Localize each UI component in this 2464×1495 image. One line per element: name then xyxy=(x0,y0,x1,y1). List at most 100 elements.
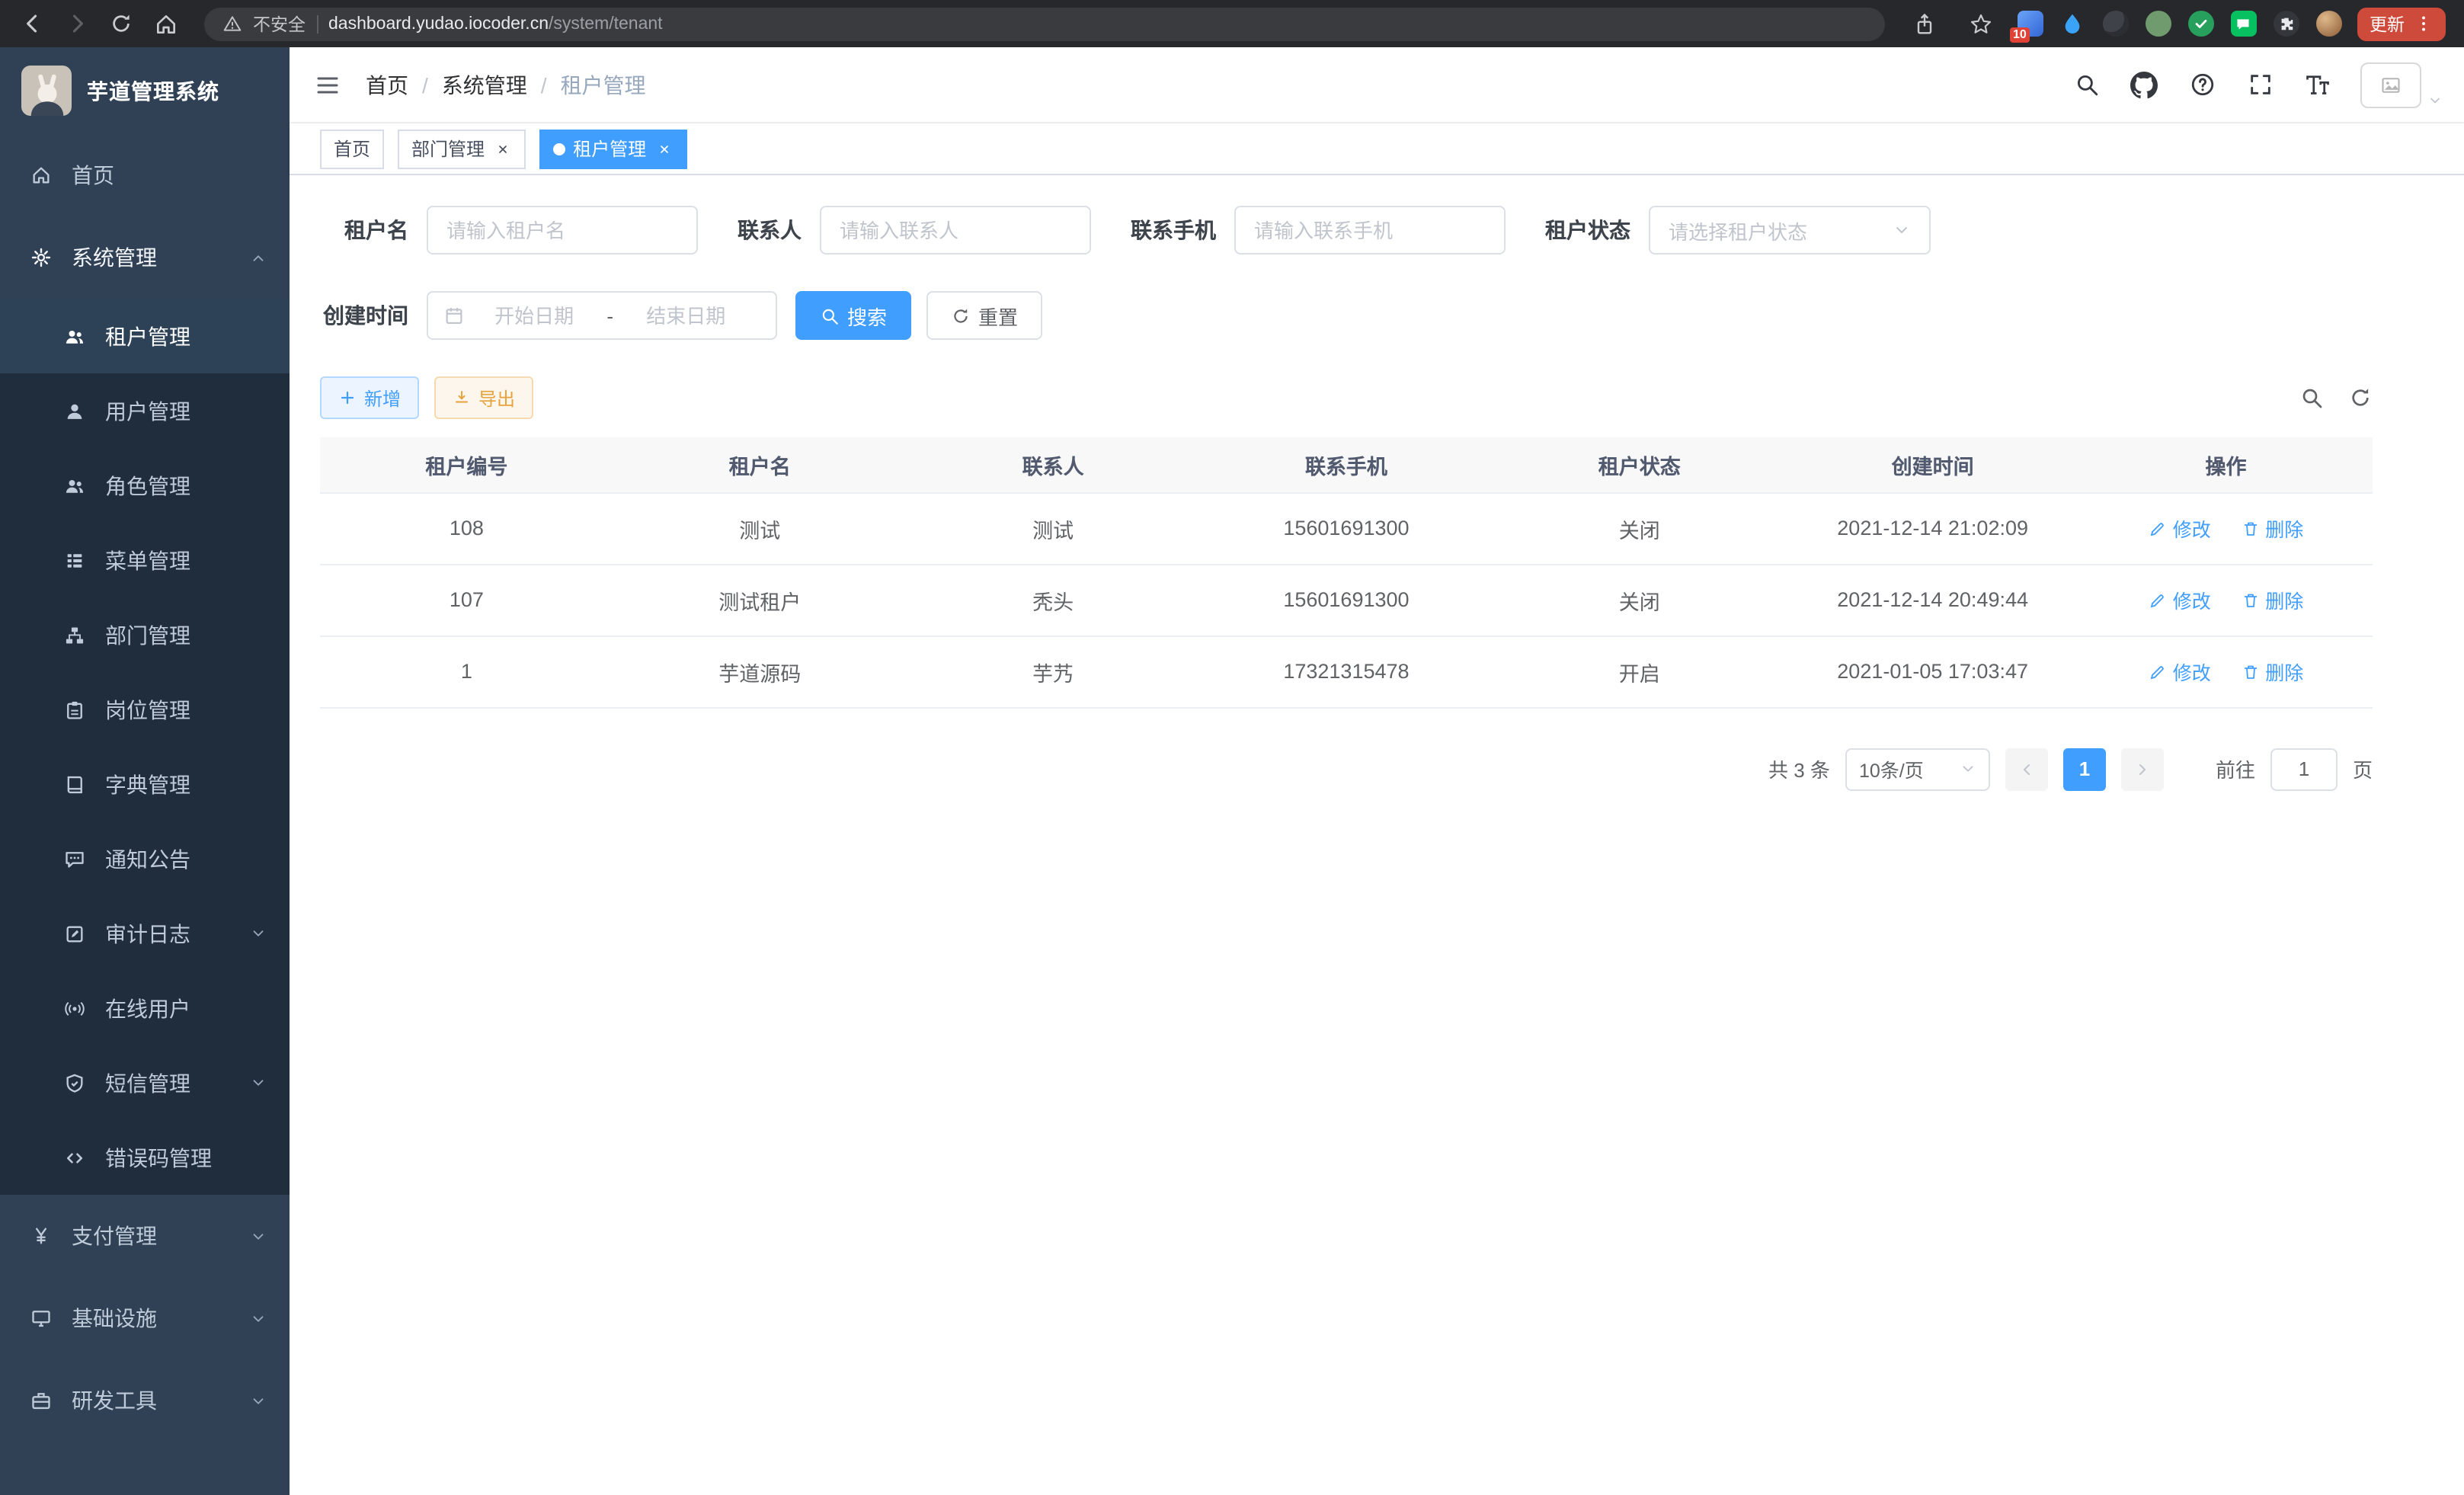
search-icon[interactable] xyxy=(2071,69,2101,100)
sidebar-item-dev-tools[interactable]: 研发工具 xyxy=(0,1359,290,1442)
tab-label: 部门管理 xyxy=(411,136,485,162)
cell-phone: 15601691300 xyxy=(1200,564,1493,635)
cell-status: 开启 xyxy=(1493,635,1786,707)
extension-icon-4[interactable] xyxy=(2144,10,2171,37)
sidebar-item-system-management[interactable]: 系统管理 xyxy=(0,216,290,299)
table-header-row: 租户编号 租户名 联系人 联系手机 租户状态 创建时间 操作 xyxy=(320,437,2373,492)
pagination: 共 3 条 10条/页 1 前往 页 xyxy=(320,748,2373,790)
contact-label: 联系人 xyxy=(738,215,802,245)
contact-input-box xyxy=(820,206,1091,255)
sidebar-item-audit-log[interactable]: 审计日志 xyxy=(0,896,290,971)
extension-icon-2[interactable] xyxy=(2059,10,2086,37)
sidebar-item-label: 角色管理 xyxy=(105,470,190,501)
status-select[interactable]: 请选择租户状态 xyxy=(1649,206,1931,255)
sidebar-item-sms-management[interactable]: 短信管理 xyxy=(0,1045,290,1120)
github-icon[interactable] xyxy=(2129,69,2159,100)
user-avatar-menu[interactable] xyxy=(2360,62,2443,107)
cell-contact: 芋艿 xyxy=(907,635,1200,707)
tenant-name-input[interactable] xyxy=(446,219,678,242)
sidebar-item-infrastructure[interactable]: 基础设施 xyxy=(0,1277,290,1359)
cell-contact: 测试 xyxy=(907,492,1200,564)
extensions-puzzle-icon[interactable] xyxy=(2272,10,2299,37)
end-date-input[interactable] xyxy=(622,304,749,327)
sidebar-item-menu-management[interactable]: 菜单管理 xyxy=(0,523,290,597)
main-area: 首页 / 系统管理 / 租户管理 xyxy=(290,47,2464,1495)
page-size-select[interactable]: 10条/页 xyxy=(1845,748,1990,790)
app-logo[interactable]: 芋道管理系统 xyxy=(0,47,290,134)
extension-icon-3[interactable] xyxy=(2101,10,2129,37)
browser-update-button[interactable]: 更新 xyxy=(2357,7,2446,40)
org-tree-icon xyxy=(64,624,85,645)
sidebar-item-dept-management[interactable]: 部门管理 xyxy=(0,597,290,672)
sidebar-item-user-management[interactable]: 用户管理 xyxy=(0,373,290,448)
delete-button[interactable]: 删除 xyxy=(2241,514,2303,543)
users-icon xyxy=(64,325,85,347)
page-unit-label: 页 xyxy=(2353,754,2373,783)
security-label[interactable]: 不安全 xyxy=(253,11,306,36)
date-range-picker[interactable]: - xyxy=(427,291,777,340)
home-icon xyxy=(30,165,52,186)
navbar-right xyxy=(2071,62,2464,107)
next-page-button[interactable] xyxy=(2121,748,2164,790)
chevron-down-icon xyxy=(250,1392,267,1409)
cell-status: 关闭 xyxy=(1493,564,1786,635)
add-button[interactable]: 新增 xyxy=(320,376,419,419)
breadcrumb-home[interactable]: 首页 xyxy=(366,69,408,100)
sidebar-item-notice[interactable]: 通知公告 xyxy=(0,821,290,896)
delete-button[interactable]: 删除 xyxy=(2241,657,2303,686)
team-icon xyxy=(64,475,85,496)
delete-button[interactable]: 删除 xyxy=(2241,585,2303,614)
browser-reload-button[interactable] xyxy=(101,5,142,43)
sidebar-toggle-icon[interactable] xyxy=(290,46,366,123)
sidebar-item-home[interactable]: 首页 xyxy=(0,134,290,216)
fullscreen-icon[interactable] xyxy=(2245,69,2275,100)
edit-button[interactable]: 修改 xyxy=(2149,585,2211,614)
extension-icon-1[interactable]: 10 xyxy=(2016,10,2043,37)
edit-button[interactable]: 修改 xyxy=(2149,657,2211,686)
calendar-icon xyxy=(443,305,465,326)
edit-button[interactable]: 修改 xyxy=(2149,514,2211,543)
close-icon[interactable] xyxy=(492,139,512,158)
refresh-table-icon[interactable] xyxy=(2348,386,2373,410)
goto-page-input[interactable] xyxy=(2270,748,2338,790)
sidebar-item-payment[interactable]: 支付管理 xyxy=(0,1195,290,1277)
extension-icon-5[interactable] xyxy=(2187,10,2214,37)
sidebar-item-dict-management[interactable]: 字典管理 xyxy=(0,747,290,821)
sidebar-item-post-management[interactable]: 岗位管理 xyxy=(0,672,290,747)
contact-input[interactable] xyxy=(840,219,1071,242)
update-label: 更新 xyxy=(2370,11,2405,36)
column-header: 租户状态 xyxy=(1493,437,1786,492)
font-size-icon[interactable] xyxy=(2302,69,2333,100)
current-page-button[interactable]: 1 xyxy=(2063,748,2106,790)
share-icon[interactable] xyxy=(1903,5,1944,43)
browser-home-button[interactable] xyxy=(145,5,186,43)
tab-dept-management[interactable]: 部门管理 xyxy=(398,129,526,168)
sidebar-item-tenant-management[interactable]: 租户管理 xyxy=(0,299,290,373)
phone-input[interactable] xyxy=(1254,219,1486,242)
start-date-input[interactable] xyxy=(471,304,597,327)
search-button[interactable]: 搜索 xyxy=(795,291,911,340)
yen-icon xyxy=(30,1225,52,1247)
bookmark-star-icon[interactable] xyxy=(1960,5,2001,43)
extension-icon-6[interactable] xyxy=(2229,10,2257,37)
reset-button[interactable]: 重置 xyxy=(926,291,1042,340)
sidebar-item-label: 首页 xyxy=(72,160,114,190)
browser-back-button[interactable] xyxy=(12,5,53,43)
address-bar[interactable]: 不安全 dashboard.yudao.iocoder.cn/system/te… xyxy=(204,7,1885,40)
screen: 不安全 dashboard.yudao.iocoder.cn/system/te… xyxy=(0,0,2464,1495)
prev-page-button[interactable] xyxy=(2005,748,2048,790)
sidebar-item-error-code[interactable]: 错误码管理 xyxy=(0,1120,290,1195)
sidebar-item-role-management[interactable]: 角色管理 xyxy=(0,448,290,523)
browser-profile-avatar[interactable] xyxy=(2315,10,2342,37)
toggle-search-icon[interactable] xyxy=(2299,386,2324,410)
close-icon[interactable] xyxy=(654,139,674,158)
sidebar-item-online-users[interactable]: 在线用户 xyxy=(0,971,290,1045)
breadcrumb-system[interactable]: 系统管理 xyxy=(442,69,527,100)
search-button-label: 搜索 xyxy=(847,301,887,330)
export-button[interactable]: 导出 xyxy=(434,376,533,419)
help-icon[interactable] xyxy=(2187,69,2217,100)
tab-tenant-management[interactable]: 租户管理 xyxy=(539,129,687,168)
tenant-name-input-box xyxy=(427,206,698,255)
tab-home[interactable]: 首页 xyxy=(320,129,384,168)
browser-forward-button[interactable] xyxy=(56,5,98,43)
